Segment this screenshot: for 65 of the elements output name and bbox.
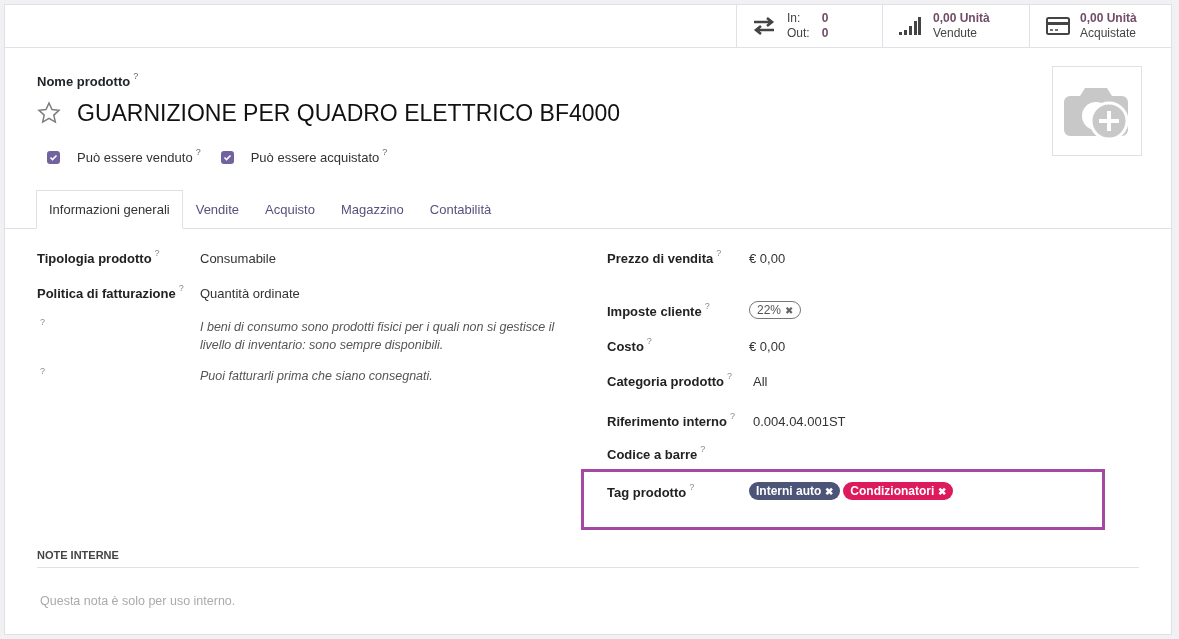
field-label: Imposte cliente [607, 303, 702, 321]
checkmark-icon [222, 153, 232, 163]
help-mark: ? [40, 367, 45, 376]
signal-bars-icon [899, 17, 921, 35]
help-mark: ? [646, 337, 652, 346]
field-label: Categoria prodotto [607, 373, 724, 391]
field-label: Riferimento interno [607, 413, 727, 431]
transfer-arrows-icon [753, 17, 775, 35]
field-value: Quantità ordinate [200, 285, 300, 303]
help-text: I beni di consumo sono prodotti fisici per i quali non si gestisce il livello di inventario: sono sempre disponibili. [200, 319, 556, 354]
tag: Condizionatori ✖ [843, 482, 954, 500]
help-mark: ? [40, 318, 45, 327]
stat-label: Vendute [933, 26, 979, 41]
stat-label: In: [787, 11, 802, 26]
checkbox[interactable] [220, 151, 234, 165]
help-mark: ? [154, 249, 160, 258]
stat-value: 0 [821, 11, 829, 26]
field-label: Nome prodotto [37, 73, 131, 91]
stat-button[interactable]: 0,00 Unità Vendute [882, 5, 1029, 47]
help-mark: ? [178, 284, 184, 293]
remove-icon[interactable]: ✖ [785, 302, 794, 318]
checkbox-label: Può essere acquistato [250, 149, 380, 167]
field-value: Consumabile [200, 250, 276, 268]
credit-card-icon [1046, 17, 1070, 35]
tag: Interni auto ✖ [749, 482, 841, 500]
tab[interactable]: Informazioni generali [36, 189, 183, 229]
stat-value: 0,00 Unità [933, 11, 990, 26]
field-label: Codice a barre [607, 446, 698, 464]
section-title: NOTE INTERNE [37, 547, 1139, 568]
field-label: Politica di fatturazione [37, 285, 176, 303]
stat-value: 0 [821, 26, 829, 41]
help-mark: ? [700, 445, 706, 454]
help-text: Puoi fatturarli prima che siano consegnati. [200, 368, 434, 385]
stat-button[interactable]: In: 0 Out: 0 [736, 5, 882, 47]
help-mark: ? [704, 302, 710, 311]
tab[interactable]: Magazzino [327, 189, 417, 229]
stat-label: Acquistate [1080, 26, 1137, 41]
help-mark: ? [729, 412, 735, 421]
checkbox[interactable] [47, 151, 60, 165]
field-value: € 0,00 [749, 338, 786, 356]
tab[interactable]: Acquisto [252, 189, 328, 229]
checkbox-label: Può essere venduto [77, 149, 193, 167]
help-mark: ? [133, 72, 139, 81]
stat-button[interactable]: 0,00 Unità Acquistate [1029, 5, 1171, 47]
help-mark: ? [382, 148, 388, 157]
field-label: Tipologia prodotto [37, 250, 152, 268]
help-mark: ? [727, 372, 732, 381]
field-value: All [753, 373, 768, 391]
field-label: Tag prodotto [607, 484, 687, 502]
help-mark: ? [689, 483, 695, 492]
star-icon[interactable] [37, 100, 61, 125]
remove-icon[interactable]: ✖ [825, 483, 834, 499]
checkmark-icon [49, 153, 58, 163]
tab[interactable]: Vendite [182, 189, 253, 229]
product-name[interactable]: GUARNIZIONE PER QUADRO ELETTRICO BF4000 [77, 95, 621, 130]
help-mark: ? [195, 148, 201, 157]
field-label: Costo [607, 338, 644, 356]
field-value: 0.004.04.001ST [753, 413, 846, 431]
stat-label: Out: [787, 26, 810, 41]
remove-icon[interactable]: ✖ [938, 483, 947, 499]
tab[interactable]: Contabilità [416, 189, 505, 229]
field-label: Prezzo di vendita [607, 250, 714, 268]
field-value: € 0,00 [749, 250, 786, 268]
stat-value: 0,00 Unità [1080, 11, 1137, 26]
help-mark: ? [716, 249, 722, 258]
